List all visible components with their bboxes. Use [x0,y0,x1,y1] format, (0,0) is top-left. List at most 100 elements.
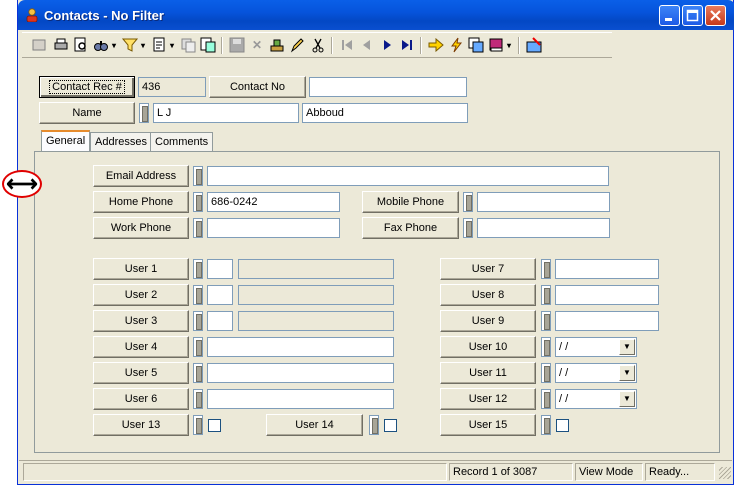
fax-phone-field[interactable] [477,218,610,238]
user-13-button[interactable]: User 13 [93,414,189,436]
user-2-code-field[interactable] [207,285,233,305]
user-2-button[interactable]: User 2 [93,284,189,306]
minimize-button[interactable] [659,5,680,26]
maximize-button[interactable] [682,5,703,26]
last-record-icon[interactable] [398,36,416,54]
user-5-button[interactable]: User 5 [93,362,189,384]
user-13-checkbox[interactable] [208,419,221,432]
tab-addresses[interactable]: Addresses [90,132,152,152]
chevron-down-icon[interactable]: ▼ [619,339,635,355]
lightning-icon[interactable] [447,36,465,54]
dropdown-arrow-icon[interactable]: ▾ [139,36,147,54]
field-marker [541,311,551,331]
contact-rec-value: 436 [138,77,206,97]
field-marker [193,285,203,305]
title-bar[interactable]: Contacts - No Filter [18,0,734,30]
chevron-down-icon[interactable]: ▼ [619,391,635,407]
user-14-button[interactable]: User 14 [266,414,363,436]
user-7-label: User 7 [471,263,505,275]
contact-person-icon [26,8,38,22]
dropdown-arrow-icon[interactable]: ▾ [168,36,176,54]
user-9-field[interactable] [555,311,659,331]
mobile-phone-field[interactable] [477,192,610,212]
tab-general[interactable]: General [41,130,91,153]
close-button[interactable] [705,5,726,26]
close-form-icon[interactable] [525,36,543,54]
field-marker [193,166,203,186]
user-14-checkbox[interactable] [384,419,397,432]
report-icon[interactable] [150,36,168,54]
user-7-field[interactable] [555,259,659,279]
name-button[interactable]: Name [39,102,135,124]
user-12-date-field[interactable]: / / ▼ [555,389,637,409]
user-7-button[interactable]: User 7 [440,258,536,280]
user-6-button[interactable]: User 6 [93,388,189,410]
edit-icon[interactable] [288,36,306,54]
mobile-phone-button[interactable]: Mobile Phone [362,191,459,213]
stamp-icon[interactable] [268,36,286,54]
user-10-button[interactable]: User 10 [440,336,536,358]
tab-comments[interactable]: Comments [150,132,214,152]
email-address-field[interactable] [207,166,609,186]
user-1-description [238,259,394,279]
goto-icon[interactable] [427,36,445,54]
home-phone-field[interactable]: 686-0242 [207,192,340,212]
book-icon[interactable] [487,36,505,54]
user-9-button[interactable]: User 9 [440,310,536,332]
dropdown-arrow-icon[interactable]: ▾ [505,36,513,54]
contact-no-field[interactable] [309,77,467,97]
user-15-checkbox[interactable] [556,419,569,432]
user-3-label: User 3 [124,315,158,327]
user-15-button[interactable]: User 15 [440,414,536,436]
find-icon[interactable] [92,36,110,54]
toolbar: ▾ ▾ ▾ ✕ ▾ [22,32,612,58]
user-11-date-field[interactable]: / / ▼ [555,363,637,383]
user-6-field[interactable] [207,389,394,409]
user-12-button[interactable]: User 12 [440,388,536,410]
user-6-label: User 6 [124,393,158,405]
user-3-code-field[interactable] [207,311,233,331]
work-phone-field[interactable] [207,218,340,238]
contact-no-button[interactable]: Contact No [209,76,306,98]
home-phone-button[interactable]: Home Phone [93,191,189,213]
user-15-label: User 15 [468,419,508,431]
cut-icon[interactable] [309,36,327,54]
field-marker [541,389,551,409]
email-address-button[interactable]: Email Address [93,165,189,187]
user-10-date-field[interactable]: / / ▼ [555,337,637,357]
toolbar-separator [331,37,333,54]
field-marker [463,192,473,212]
print-preview-icon[interactable] [72,36,90,54]
size-grip-icon[interactable] [719,467,731,479]
new-record-icon[interactable] [30,36,48,54]
first-name-field[interactable]: L J [153,103,299,123]
chevron-down-icon[interactable]: ▼ [619,365,635,381]
next-record-icon[interactable] [378,36,396,54]
user-3-button[interactable]: User 3 [93,310,189,332]
first-record-icon[interactable] [338,36,356,54]
contact-rec-button[interactable]: Contact Rec # [39,76,135,98]
user-4-field[interactable] [207,337,394,357]
contacts-window: Contacts - No Filter ▾ ▾ ▾ ✕ ▾ Contact R… [17,0,734,485]
window-icon[interactable] [467,36,485,54]
fax-phone-button[interactable]: Fax Phone [362,217,459,239]
last-name-field[interactable]: Abboud [302,103,468,123]
user-8-field[interactable] [555,285,659,305]
previous-record-icon[interactable] [358,36,376,54]
copy-form-icon[interactable] [179,36,197,54]
delete-icon[interactable]: ✕ [248,36,266,54]
user-8-button[interactable]: User 8 [440,284,536,306]
save-icon[interactable] [228,36,246,54]
print-icon[interactable] [52,36,70,54]
filter-icon[interactable] [121,36,139,54]
dropdown-arrow-icon[interactable]: ▾ [110,36,118,54]
user-4-button[interactable]: User 4 [93,336,189,358]
user-1-code-field[interactable] [207,259,233,279]
user-4-label: User 4 [124,341,158,353]
user-11-button[interactable]: User 11 [440,362,536,384]
paste-form-icon[interactable] [199,36,217,54]
work-phone-button[interactable]: Work Phone [93,217,189,239]
field-marker [541,415,551,435]
user-1-button[interactable]: User 1 [93,258,189,280]
user-5-field[interactable] [207,363,394,383]
